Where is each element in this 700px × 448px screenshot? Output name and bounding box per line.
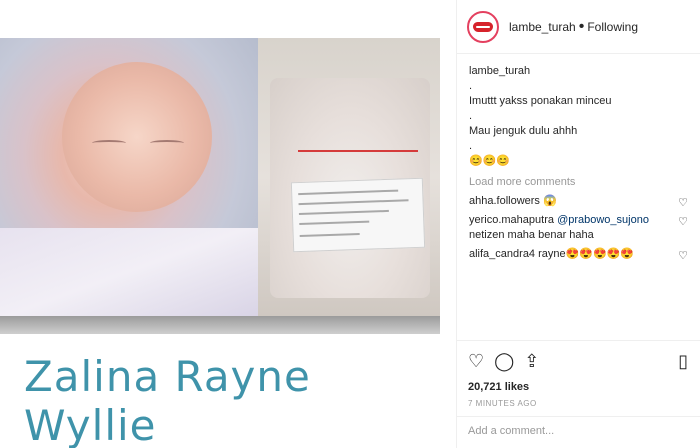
caption-line: Mau jenguk dulu ahhh — [469, 125, 578, 137]
action-row: ♡ ◯ ⇪ ▯ — [468, 349, 688, 373]
baby-photo — [0, 38, 258, 316]
post-timestamp: 7 MINUTES AGO — [468, 399, 537, 408]
caption-line: 😊😊😊 — [469, 155, 511, 167]
label-line — [298, 209, 389, 216]
header-separator: • — [578, 17, 585, 35]
comment-mention[interactable]: @prabowo_sujono — [557, 214, 649, 226]
baby-eye-left — [92, 140, 126, 146]
heart-icon[interactable]: ♡ — [468, 351, 484, 371]
bag-seal-line — [298, 150, 418, 152]
lips-logo-icon — [473, 21, 493, 32]
likes-count[interactable]: 20,721 likes — [468, 381, 688, 393]
bookmark-icon[interactable]: ▯ — [678, 351, 688, 371]
comment-text: 😱 — [543, 195, 557, 207]
avatar[interactable] — [467, 10, 499, 43]
comment-item: alifa_candra4 rayne😍😍😍😍😍 ♡ — [469, 247, 688, 262]
baby-name-overlay: Zalina Rayne Wyllie — [24, 352, 311, 448]
post-actions: ♡ ◯ ⇪ ▯ 20,721 likes 7 MINUTES AGO — [456, 340, 700, 408]
comments-section: lambe_turah . Imuttt yakss ponakan mince… — [457, 54, 700, 272]
comment-like-heart-icon[interactable]: ♡ — [678, 196, 688, 211]
comment-username[interactable]: alifa_candra4 — [469, 248, 535, 260]
comment-like-heart-icon[interactable]: ♡ — [678, 249, 688, 264]
comment-like-heart-icon[interactable]: ♡ — [678, 215, 688, 230]
label-line — [298, 199, 409, 206]
caption-line: . — [469, 110, 473, 122]
load-more-comments-button[interactable]: Load more comments — [469, 175, 688, 190]
share-icon[interactable]: ⇪ — [524, 351, 539, 371]
comment-item: ahha.followers 😱 ♡ — [469, 194, 688, 209]
post-photo — [0, 38, 440, 334]
caption-username[interactable]: lambe_turah — [469, 64, 688, 79]
label-line — [298, 189, 399, 196]
comment-item: yerico.mahaputra @prabowo_sujono netizen… — [469, 213, 688, 243]
comment-icon[interactable]: ◯ — [494, 351, 514, 371]
post-caption: lambe_turah . Imuttt yakss ponakan mince… — [469, 64, 688, 169]
label-line — [299, 232, 360, 238]
hospital-label — [290, 177, 426, 253]
caption-line: Imuttt yakss ponakan minceu — [469, 95, 612, 107]
caption-line: . — [469, 80, 473, 92]
comment-text: netizen maha benar haha — [469, 229, 594, 241]
caption-line: . — [469, 140, 473, 152]
baby-eye-right — [150, 140, 184, 146]
baby-blanket — [0, 228, 258, 316]
baby-face — [62, 62, 212, 212]
comment-text: rayne😍😍😍😍😍 — [538, 248, 635, 260]
label-line — [299, 220, 370, 226]
post-header: lambe_turah • Following — [457, 0, 700, 54]
comment-username[interactable]: ahha.followers — [469, 195, 540, 207]
add-comment-input[interactable]: Add a comment... — [456, 416, 700, 448]
header-username[interactable]: lambe_turah — [509, 20, 576, 34]
comment-username[interactable]: yerico.mahaputra — [469, 214, 554, 226]
following-button[interactable]: Following — [587, 20, 638, 34]
photo-shadow — [0, 316, 440, 334]
hospital-bag-photo — [258, 38, 440, 316]
post-media[interactable]: Zalina Rayne Wyllie — [0, 0, 456, 448]
